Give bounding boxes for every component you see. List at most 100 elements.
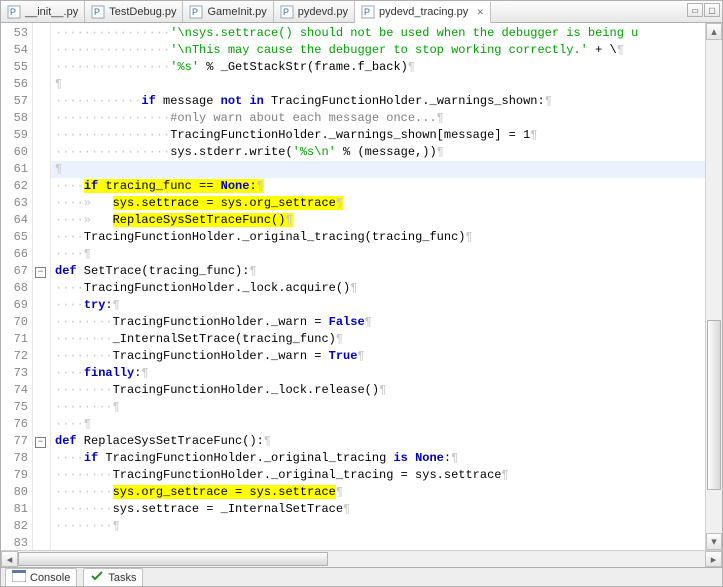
fold-cell: [33, 25, 50, 42]
code-line[interactable]: ········¶: [51, 518, 705, 535]
code-line[interactable]: ····if TracingFunctionHolder._original_t…: [51, 450, 705, 467]
fold-toggle[interactable]: −: [35, 267, 46, 278]
line-number: 77: [1, 433, 28, 450]
scroll-up-button[interactable]: ▴: [706, 23, 722, 40]
code-line[interactable]: ····» sys.settrace = sys.org_settrace¶: [51, 195, 705, 212]
editor-tab[interactable]: Ppydevd.py: [274, 1, 355, 22]
code-line[interactable]: ················TracingFunctionHolder._w…: [51, 127, 705, 144]
code-line[interactable]: ········¶: [51, 399, 705, 416]
code-line[interactable]: ····TracingFunctionHolder._original_trac…: [51, 229, 705, 246]
line-number: 71: [1, 331, 28, 348]
line-number: 73: [1, 365, 28, 382]
code-line[interactable]: def ReplaceSysSetTraceFunc():¶: [51, 433, 705, 450]
fold-cell: [33, 399, 50, 416]
line-number: 60: [1, 144, 28, 161]
fold-cell: [33, 76, 50, 93]
tab-label: pydevd.py: [298, 6, 348, 18]
fold-cell: [33, 535, 50, 550]
code-line[interactable]: ········sys.org_settrace = sys.settrace¶: [51, 484, 705, 501]
fold-cell: [33, 195, 50, 212]
code-line[interactable]: ········sys.settrace = _InternalSetTrace…: [51, 501, 705, 518]
code-line[interactable]: ············if message not in TracingFun…: [51, 93, 705, 110]
code-line[interactable]: ········_InternalSetTrace(tracing_func)¶: [51, 331, 705, 348]
line-number: 55: [1, 59, 28, 76]
fold-cell: [33, 314, 50, 331]
line-number: 74: [1, 382, 28, 399]
fold-cell: [33, 416, 50, 433]
line-number: 81: [1, 501, 28, 518]
minimize-view-button[interactable]: ▭: [687, 3, 703, 17]
line-number: 59: [1, 127, 28, 144]
code-line[interactable]: ················#only warn about each me…: [51, 110, 705, 127]
fold-cell: [33, 110, 50, 127]
tab-label: pydevd_tracing.py: [379, 6, 468, 18]
fold-toggle[interactable]: −: [35, 437, 46, 448]
code-line[interactable]: [51, 535, 705, 550]
vscroll-thumb[interactable]: [707, 320, 721, 490]
line-number: 61: [1, 161, 28, 178]
code-line[interactable]: ¶: [51, 161, 705, 178]
svg-text:P: P: [192, 7, 198, 17]
editor-tab[interactable]: PTestDebug.py: [85, 1, 183, 22]
line-number: 62: [1, 178, 28, 195]
close-tab-icon[interactable]: ✕: [476, 8, 484, 16]
code-line[interactable]: ····try:¶: [51, 297, 705, 314]
code-line[interactable]: ················'\nThis may cause the de…: [51, 42, 705, 59]
fold-column: −−: [33, 23, 51, 550]
fold-cell: [33, 280, 50, 297]
code-line[interactable]: ········TracingFunctionHolder._warn = Tr…: [51, 348, 705, 365]
hscroll-track[interactable]: [18, 551, 705, 567]
line-number: 58: [1, 110, 28, 127]
code-line[interactable]: ····TracingFunctionHolder._lock.acquire(…: [51, 280, 705, 297]
line-number: 78: [1, 450, 28, 467]
fold-cell: [33, 212, 50, 229]
code-line[interactable]: ················'%s' % _GetStackStr(fram…: [51, 59, 705, 76]
code-line[interactable]: ····finally:¶: [51, 365, 705, 382]
line-number: 83: [1, 535, 28, 550]
fold-cell: [33, 382, 50, 399]
code-line[interactable]: ········TracingFunctionHolder._warn = Fa…: [51, 314, 705, 331]
code-line[interactable]: def SetTrace(tracing_func):¶: [51, 263, 705, 280]
bottom-tab-label: Tasks: [108, 572, 136, 584]
hscroll-thumb[interactable]: [18, 552, 328, 566]
line-number: 66: [1, 246, 28, 263]
code-line[interactable]: ········TracingFunctionHolder._lock.rele…: [51, 382, 705, 399]
fold-cell: [33, 178, 50, 195]
vscroll-track[interactable]: [706, 40, 722, 533]
line-number: 72: [1, 348, 28, 365]
line-number: 65: [1, 229, 28, 246]
console-icon: [12, 570, 26, 585]
vertical-scrollbar[interactable]: ▴ ▾: [705, 23, 722, 550]
scroll-down-button[interactable]: ▾: [706, 533, 722, 550]
code-line[interactable]: ················sys.stderr.write('%s\n' …: [51, 144, 705, 161]
editor-tab[interactable]: Ppydevd_tracing.py✕: [355, 2, 491, 23]
maximize-view-button[interactable]: ▢: [704, 3, 720, 17]
editor-tab[interactable]: P__init__.py: [1, 1, 85, 22]
fold-cell: [33, 467, 50, 484]
code-line[interactable]: ····if tracing_func == None:¶: [51, 178, 705, 195]
fold-cell: [33, 331, 50, 348]
fold-cell: [33, 42, 50, 59]
bottom-tab[interactable]: Console: [5, 568, 77, 586]
svg-text:P: P: [94, 7, 100, 17]
code-line[interactable]: ················'\nsys.settrace() should…: [51, 25, 705, 42]
code-line[interactable]: ····» ReplaceSysSetTraceFunc()¶: [51, 212, 705, 229]
code-line[interactable]: ¶: [51, 76, 705, 93]
horizontal-scrollbar[interactable]: ◂ ▸: [1, 550, 722, 567]
editor-tab[interactable]: PGameInit.py: [183, 1, 273, 22]
code-view[interactable]: ················'\nsys.settrace() should…: [51, 23, 705, 550]
code-line[interactable]: ········TracingFunctionHolder._original_…: [51, 467, 705, 484]
scroll-right-button[interactable]: ▸: [705, 551, 722, 567]
code-line[interactable]: ····¶: [51, 246, 705, 263]
scroll-left-button[interactable]: ◂: [1, 551, 18, 567]
line-number: 75: [1, 399, 28, 416]
fold-cell: [33, 229, 50, 246]
svg-text:P: P: [10, 7, 16, 17]
fold-cell: [33, 127, 50, 144]
fold-cell: [33, 161, 50, 178]
bottom-tab[interactable]: Tasks: [83, 568, 143, 586]
fold-cell: [33, 246, 50, 263]
fold-cell: [33, 93, 50, 110]
python-file-icon: P: [280, 5, 294, 19]
code-line[interactable]: ····¶: [51, 416, 705, 433]
